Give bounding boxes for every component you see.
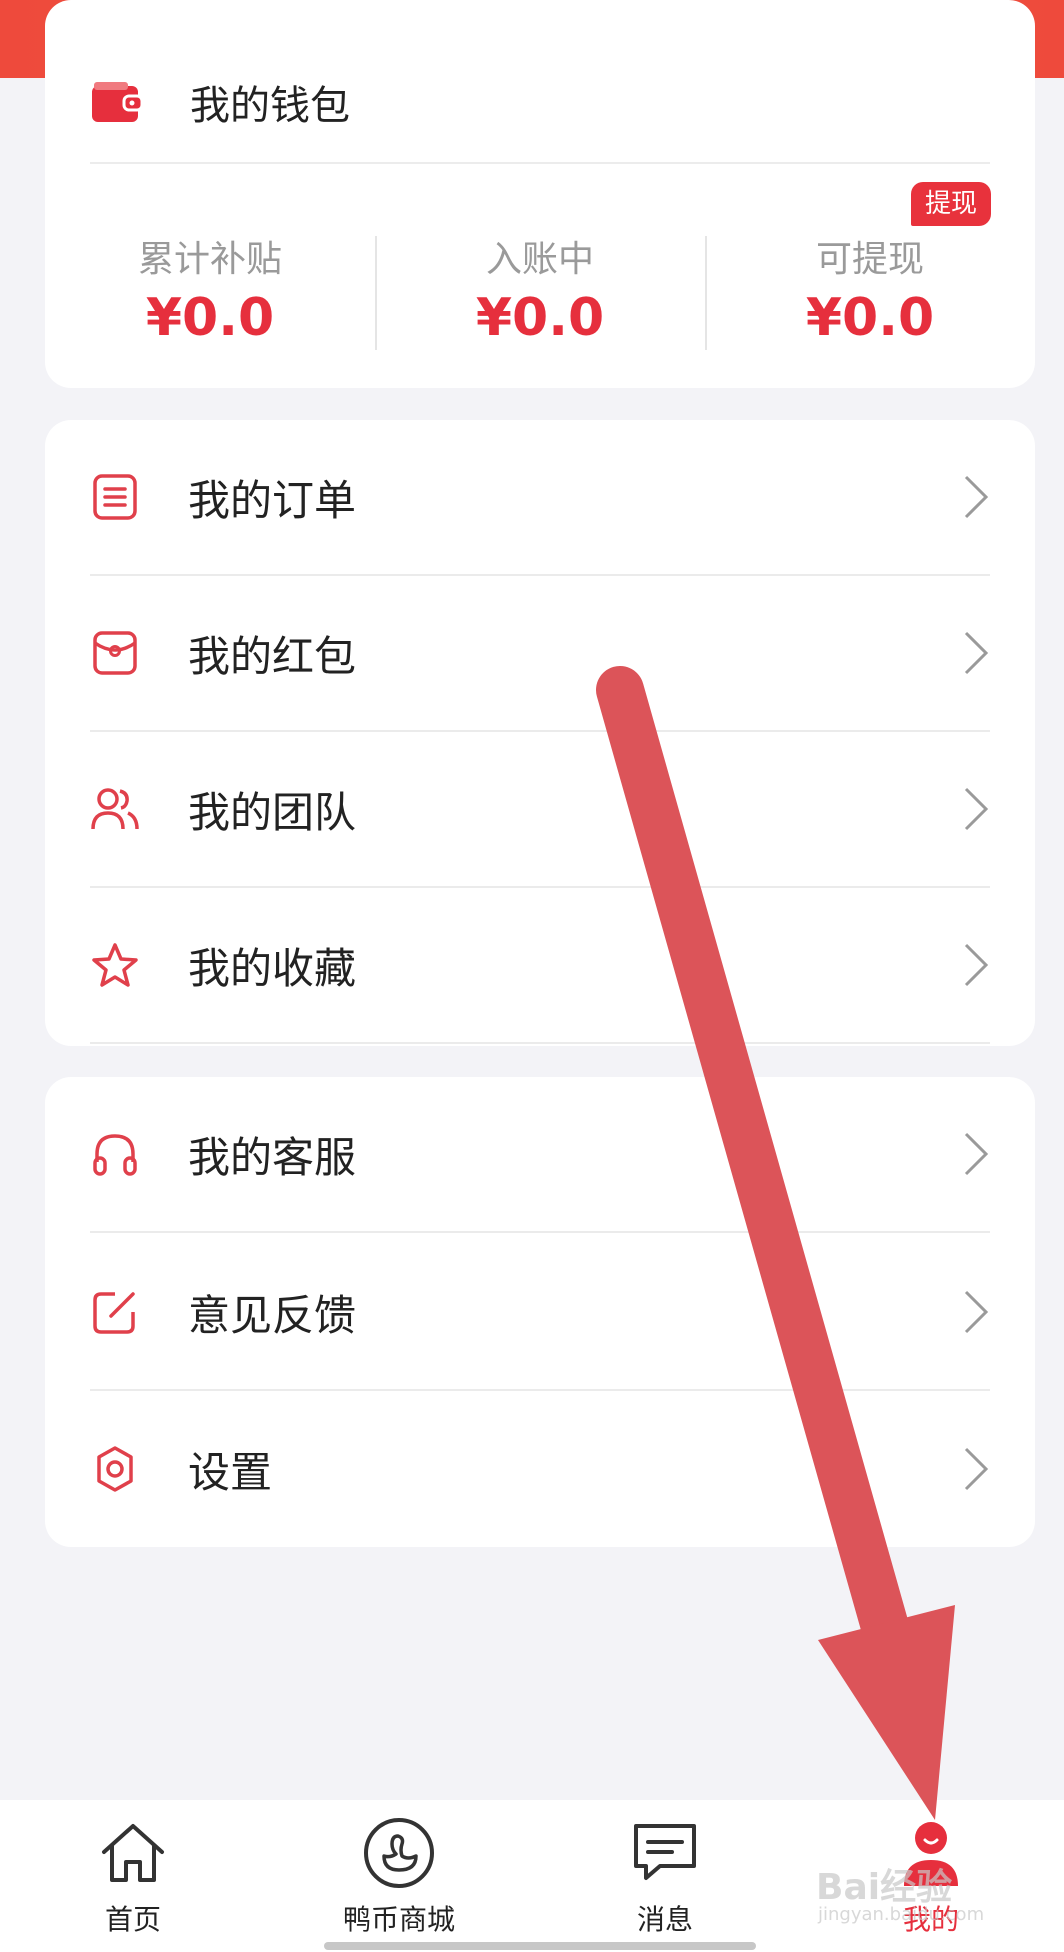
edit-icon xyxy=(90,1287,140,1337)
tab-label: 消息 xyxy=(636,1903,693,1936)
chevron-right-icon xyxy=(964,787,989,831)
wallet-title: 我的钱包 xyxy=(190,83,350,129)
chevron-right-icon xyxy=(964,1290,989,1334)
tab-home[interactable]: 首页 xyxy=(0,1800,266,1952)
menu-item-label: 我的红包 xyxy=(188,631,357,681)
stat-total-subsidy[interactable]: 累计补贴 ¥0.0 xyxy=(45,226,375,350)
home-indicator xyxy=(324,1942,756,1950)
headset-icon xyxy=(90,1129,140,1179)
home-icon xyxy=(102,1824,164,1882)
star-icon xyxy=(90,940,140,990)
menu-item-label: 意见反馈 xyxy=(188,1290,357,1340)
chevron-right-icon xyxy=(964,1447,989,1491)
stat-value: ¥0.0 xyxy=(145,288,275,348)
withdraw-button[interactable]: 提现 xyxy=(910,182,991,226)
stat-label: 入账中 xyxy=(485,239,594,280)
stat-withdrawable[interactable]: 可提现 ¥0.0 xyxy=(705,226,1035,350)
menu-card-secondary: 我的客服 意见反馈 设置 xyxy=(45,1077,1035,1547)
menu-item-label: 我的收藏 xyxy=(188,943,357,993)
tab-messages[interactable]: 消息 xyxy=(532,1800,798,1952)
menu-item-favorites[interactable]: 我的收藏 xyxy=(90,888,990,1044)
menu-item-label: 设置 xyxy=(188,1447,273,1497)
red-envelope-icon xyxy=(90,628,140,678)
menu-item-label: 我的客服 xyxy=(188,1132,357,1182)
menu-card-primary: 我的订单 我的红包 我的团队 我的收藏 xyxy=(45,420,1035,1046)
gear-icon xyxy=(90,1444,140,1494)
chevron-right-icon xyxy=(964,631,989,675)
stat-pending[interactable]: 入账中 ¥0.0 xyxy=(375,226,705,350)
stat-label: 可提现 xyxy=(815,239,924,280)
wallet-header[interactable]: 我的钱包 xyxy=(90,42,990,164)
message-icon xyxy=(634,1824,696,1880)
menu-item-feedback[interactable]: 意见反馈 xyxy=(90,1235,990,1391)
menu-item-orders[interactable]: 我的订单 xyxy=(90,420,990,576)
menu-item-customer-service[interactable]: 我的客服 xyxy=(90,1077,990,1233)
tab-duck-coin-mall[interactable]: 鸭币商城 xyxy=(266,1800,532,1952)
chevron-right-icon xyxy=(964,943,989,987)
stat-value: ¥0.0 xyxy=(805,288,935,348)
tab-label: 鸭币商城 xyxy=(342,1903,455,1936)
stat-value: ¥0.0 xyxy=(475,288,605,348)
duck-icon xyxy=(364,1818,434,1888)
watermark-url: jingyan.baidu.com xyxy=(818,1904,985,1925)
wallet-icon xyxy=(92,82,144,122)
wallet-stats: 累计补贴 ¥0.0 入账中 ¥0.0 可提现 ¥0.0 xyxy=(45,226,1035,350)
menu-item-settings[interactable]: 设置 xyxy=(90,1391,990,1547)
menu-item-red-envelopes[interactable]: 我的红包 xyxy=(90,576,990,732)
watermark: Bai经验 xyxy=(816,1867,953,1908)
chevron-right-icon xyxy=(964,1132,989,1176)
team-icon xyxy=(90,784,140,834)
menu-item-label: 我的团队 xyxy=(188,787,357,837)
stat-label: 累计补贴 xyxy=(137,239,282,280)
order-list-icon xyxy=(90,472,140,522)
menu-item-team[interactable]: 我的团队 xyxy=(90,732,990,888)
tab-label: 首页 xyxy=(104,1903,161,1936)
chevron-right-icon xyxy=(964,475,989,519)
wallet-card[interactable]: 我的钱包 提现 累计补贴 ¥0.0 入账中 ¥0.0 可提现 ¥0.0 xyxy=(45,0,1035,388)
menu-item-label: 我的订单 xyxy=(188,475,357,525)
